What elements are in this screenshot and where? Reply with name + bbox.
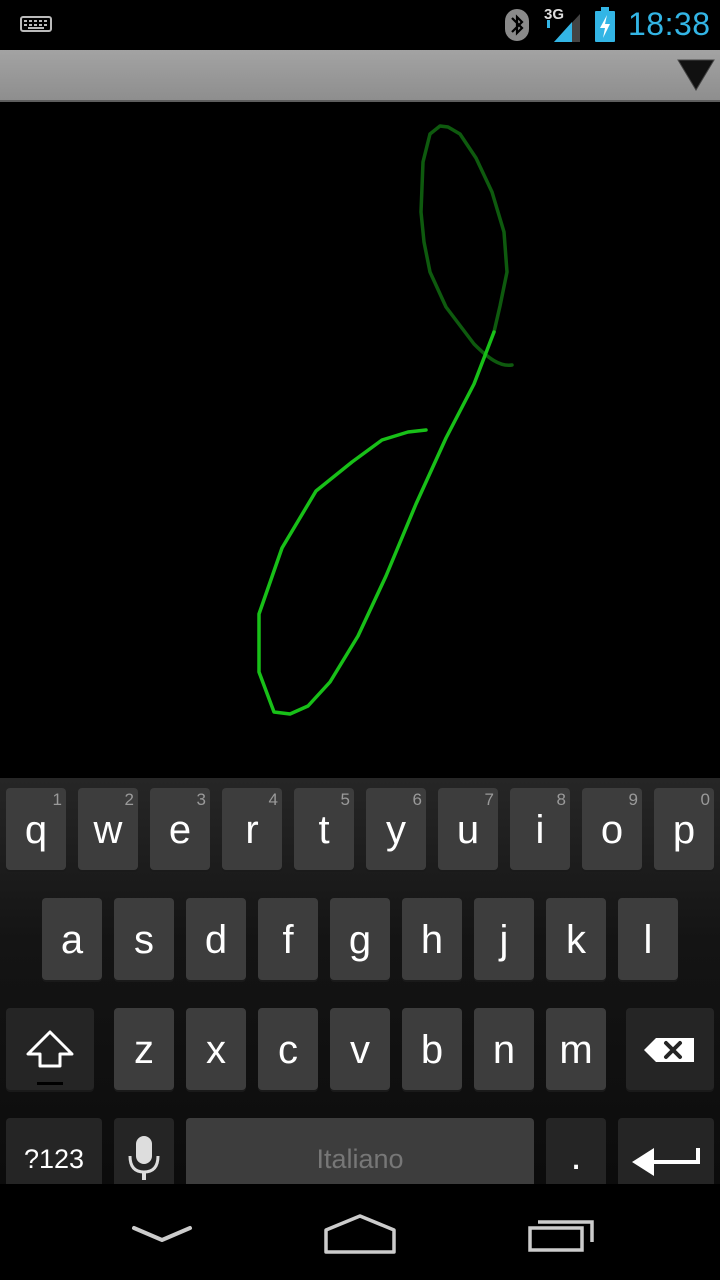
backspace-key[interactable] bbox=[626, 1008, 714, 1090]
key-g[interactable]: g bbox=[330, 898, 390, 980]
handwriting-stroke-layer bbox=[257, 124, 514, 716]
clock: 18:38 bbox=[628, 6, 711, 42]
keyboard-icon bbox=[20, 16, 52, 32]
recents-icon[interactable] bbox=[522, 1208, 602, 1256]
key-x[interactable]: x bbox=[186, 1008, 246, 1090]
signal-indicator: 3G bbox=[544, 6, 584, 44]
key-c[interactable]: c bbox=[258, 1008, 318, 1090]
key-l[interactable]: l bbox=[618, 898, 678, 980]
key-s[interactable]: s bbox=[114, 898, 174, 980]
key-b[interactable]: b bbox=[402, 1008, 462, 1090]
key-q[interactable]: 1 q bbox=[6, 788, 66, 870]
faded-stroke bbox=[419, 124, 514, 367]
key-v[interactable]: v bbox=[330, 1008, 390, 1090]
key-d[interactable]: d bbox=[186, 898, 246, 980]
bright-stroke bbox=[257, 330, 496, 716]
bluetooth-icon bbox=[505, 9, 529, 41]
key-w[interactable]: 2 w bbox=[78, 788, 138, 870]
key-p[interactable]: 0 p bbox=[654, 788, 714, 870]
soft-keyboard: 1 q 2 w 3 e 4 r 5 t 6 y 7 u 8 i 9 o 0 p … bbox=[0, 778, 720, 1200]
key-u[interactable]: 7 u bbox=[438, 788, 498, 870]
key-t[interactable]: 5 t bbox=[294, 788, 354, 870]
shift-key[interactable] bbox=[6, 1008, 94, 1090]
dropdown-triangle-icon[interactable] bbox=[676, 56, 716, 94]
key-k[interactable]: k bbox=[546, 898, 606, 980]
key-a[interactable]: a bbox=[42, 898, 102, 980]
shift-icon bbox=[26, 1030, 74, 1085]
home-icon[interactable] bbox=[320, 1208, 400, 1256]
status-bar: 3G 18:38 bbox=[0, 0, 720, 50]
battery-charging-icon bbox=[595, 7, 615, 42]
key-o[interactable]: 9 o bbox=[582, 788, 642, 870]
key-f[interactable]: f bbox=[258, 898, 318, 980]
key-i[interactable]: 8 i bbox=[510, 788, 570, 870]
navigation-bar bbox=[0, 1184, 720, 1280]
key-n[interactable]: n bbox=[474, 1008, 534, 1090]
signal-icon bbox=[547, 14, 580, 42]
back-icon[interactable] bbox=[122, 1208, 202, 1256]
action-bar bbox=[0, 50, 720, 102]
backspace-icon bbox=[644, 1038, 694, 1062]
key-y[interactable]: 6 y bbox=[366, 788, 426, 870]
key-z[interactable]: z bbox=[114, 1008, 174, 1090]
key-r[interactable]: 4 r bbox=[222, 788, 282, 870]
key-e[interactable]: 3 e bbox=[150, 788, 210, 870]
key-m[interactable]: m bbox=[546, 1008, 606, 1090]
key-j[interactable]: j bbox=[474, 898, 534, 980]
handwriting-canvas[interactable] bbox=[0, 102, 720, 778]
key-h[interactable]: h bbox=[402, 898, 462, 980]
